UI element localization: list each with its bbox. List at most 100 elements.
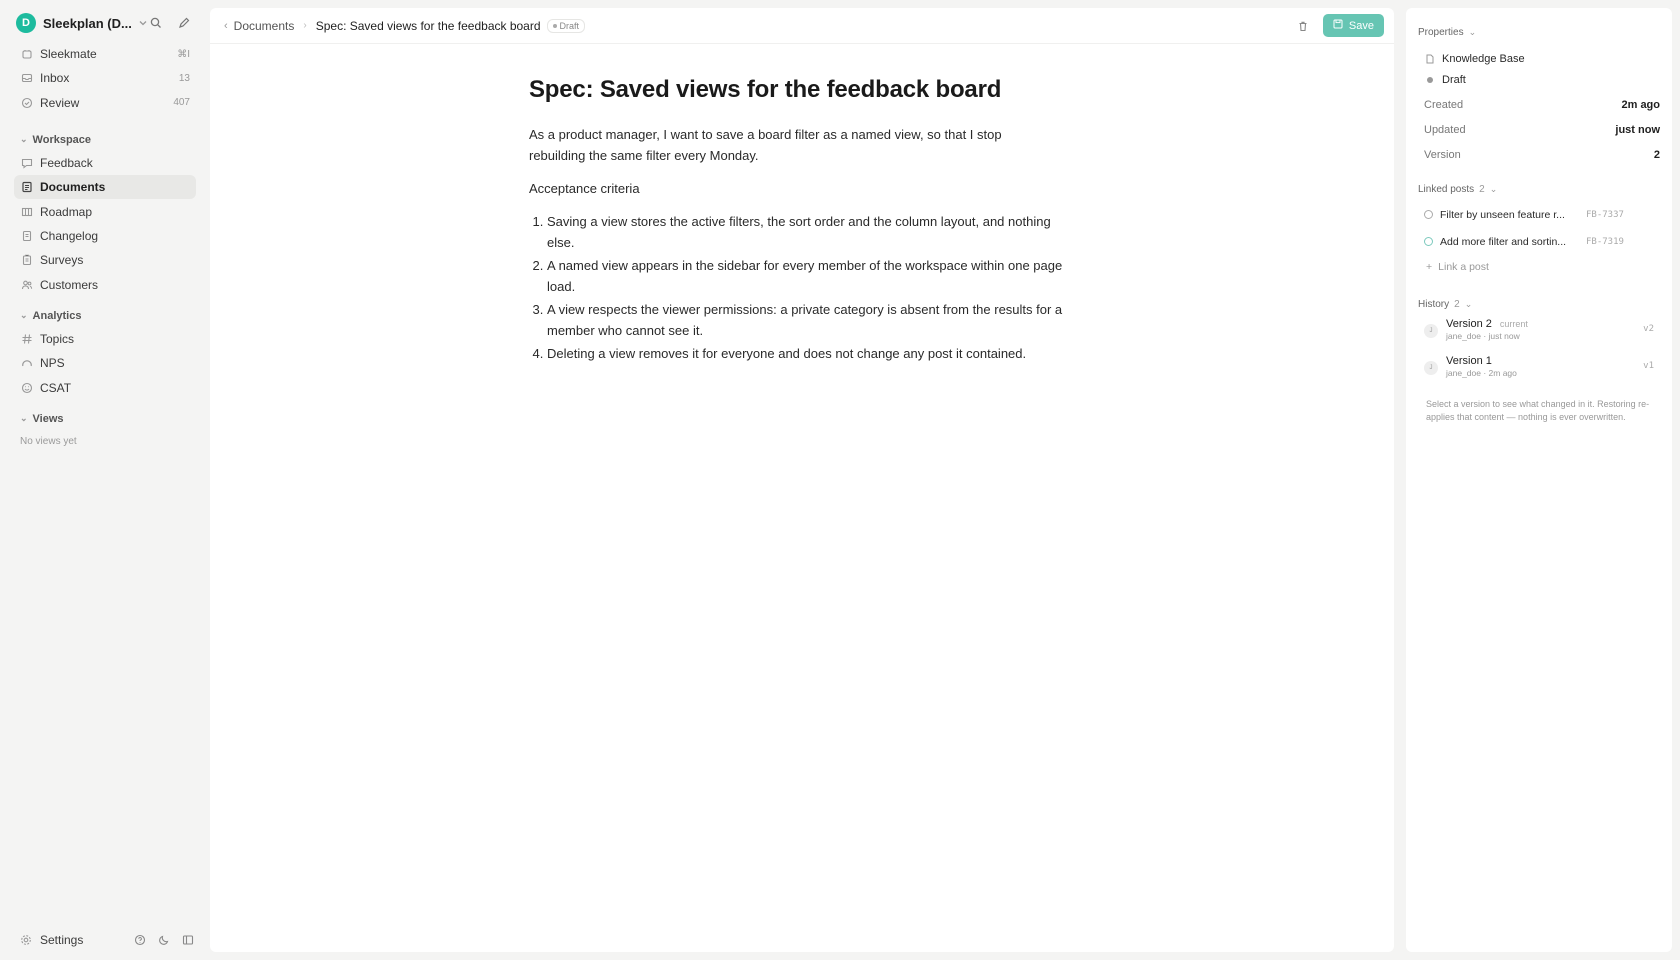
chevron-down-icon: ⌄	[20, 310, 28, 321]
inbox-icon	[20, 71, 34, 85]
sidebar-item-label: Inbox	[40, 71, 70, 86]
version-tag: v2	[1643, 324, 1654, 334]
shortcut-hint: ⌘I	[177, 48, 190, 60]
sidebar-item-customers[interactable]: Customers	[14, 273, 196, 297]
link-post-button[interactable]: + Link a post	[1418, 255, 1660, 279]
sidebar-item-label: Changelog	[40, 228, 99, 243]
linked-posts-title: Linked posts	[1418, 183, 1475, 195]
compose-icon[interactable]	[176, 15, 192, 31]
sidebar-item-label: NPS	[40, 356, 65, 371]
created-label: Created	[1424, 98, 1464, 111]
sidebar-item-label: Roadmap	[40, 204, 93, 219]
workspace-switcher[interactable]: D Sleekplan (D...	[14, 12, 196, 34]
settings-link[interactable]: Settings	[14, 933, 83, 947]
chevron-down-icon: ⌄	[1489, 183, 1498, 194]
sidebar-item-inbox[interactable]: Inbox 13	[14, 66, 196, 90]
history-hint: Select a version to see what changed in …	[1426, 399, 1650, 422]
avatar: J	[1424, 324, 1438, 338]
document-title[interactable]: Spec: Saved views for the feedback board	[529, 76, 1089, 104]
sidebar-item-surveys[interactable]: Surveys	[14, 248, 196, 272]
status-property[interactable]: Draft	[1418, 69, 1660, 90]
version-value: 2	[1653, 148, 1660, 161]
gauge-icon	[20, 356, 34, 370]
section-workspace[interactable]: ⌄ Workspace	[14, 129, 196, 151]
save-button-label: Save	[1348, 19, 1374, 32]
message-icon	[20, 156, 34, 170]
collection-property[interactable]: Knowledge Base	[1418, 48, 1660, 69]
section-title: Analytics	[32, 309, 82, 322]
inbox-count: 13	[178, 72, 190, 84]
version-item[interactable]: J Version 2 current jane_doe · just now v…	[1418, 316, 1660, 353]
status-dot-icon	[1424, 74, 1436, 86]
users-icon	[20, 278, 34, 292]
sidebar: D Sleekplan (D... Sleekmate ⌘I Inbox 13	[0, 0, 208, 960]
sidebar-item-changelog[interactable]: Changelog	[14, 224, 196, 248]
document-editor: ‹ Documents › Spec: Saved views for the …	[210, 8, 1394, 952]
help-icon[interactable]	[132, 932, 148, 948]
sidebar-item-documents[interactable]: Documents	[14, 175, 196, 200]
sidebar-item-review[interactable]: Review 407	[14, 91, 196, 115]
history-count: 2	[1454, 298, 1460, 310]
section-analytics[interactable]: ⌄ Analytics	[14, 305, 196, 327]
sidebar-item-label: Customers	[40, 277, 99, 292]
version-label: Version	[1424, 148, 1461, 161]
created-row: Created 2m ago	[1418, 92, 1660, 117]
workspace-avatar: D	[16, 13, 36, 33]
search-icon[interactable]	[148, 15, 164, 31]
linked-post[interactable]: Filter by unseen feature r... FB-7337	[1418, 201, 1660, 228]
moon-icon[interactable]	[156, 932, 172, 948]
sidebar-item-label: Feedback	[40, 155, 93, 170]
status-circle-icon	[1424, 237, 1433, 246]
criteria-list: Saving a view stores the active filters,…	[529, 211, 1089, 364]
views-empty-note: No views yet	[20, 435, 77, 447]
sidebar-item-nps[interactable]: NPS	[14, 351, 196, 375]
linked-posts-header[interactable]: Linked posts 2 ⌄	[1418, 181, 1660, 197]
link-post-label: Link a post	[1438, 261, 1489, 273]
linked-post-title: Add more filter and sortin...	[1440, 235, 1567, 248]
breadcrumb-parent[interactable]: Documents	[234, 19, 295, 33]
avatar: J	[1424, 361, 1438, 375]
sidebar-item-label: Review	[40, 95, 80, 110]
sidebar-item-label: Documents	[40, 180, 106, 195]
version-item[interactable]: J Version 1 jane_doe · 2m ago v1	[1418, 353, 1660, 390]
topbar: ‹ Documents › Spec: Saved views for the …	[210, 8, 1394, 44]
version-name: Version 2	[1446, 318, 1492, 330]
properties-header[interactable]: Properties ⌄	[1418, 24, 1660, 40]
breadcrumb-current: Spec: Saved views for the feedback board	[315, 18, 541, 33]
sparkle-icon	[20, 47, 34, 61]
version-name: Version 1	[1446, 355, 1492, 367]
chevron-down-icon: ⌄	[20, 134, 28, 145]
changelog-icon	[20, 229, 34, 243]
check-circle-icon	[20, 96, 34, 110]
version-row: Version 2	[1418, 142, 1660, 167]
sidebar-item-label: CSAT	[40, 380, 72, 395]
status-badge-label: Draft	[559, 20, 580, 31]
chevron-left-icon[interactable]: ‹	[224, 20, 228, 32]
document-content[interactable]: Spec: Saved views for the feedback board…	[529, 76, 1089, 366]
save-button[interactable]: Save	[1322, 14, 1384, 37]
status-badge: Draft	[546, 18, 586, 33]
sidebar-item-csat[interactable]: CSAT	[14, 376, 196, 400]
status-dot	[552, 23, 557, 28]
chevron-right-icon: ›	[303, 20, 307, 31]
sidebar-item-sleekmate[interactable]: Sleekmate ⌘I	[14, 42, 196, 66]
current-tag: current	[1499, 319, 1528, 329]
linked-post[interactable]: Add more filter and sortin... FB-7319	[1418, 228, 1660, 255]
chevron-down-icon	[138, 16, 148, 31]
chevron-down-icon: ⌄	[1464, 298, 1473, 309]
section-title: Views	[32, 412, 64, 425]
document-body[interactable]: As a product manager, I want to save a b…	[529, 124, 1089, 364]
map-icon	[20, 205, 34, 219]
updated-value: just now	[1615, 123, 1660, 136]
trash-icon[interactable]	[1295, 18, 1311, 34]
sidebar-item-feedback[interactable]: Feedback	[14, 151, 196, 175]
sidebar-item-topics[interactable]: Topics	[14, 327, 196, 351]
history-title: History	[1418, 298, 1450, 310]
list-item: A named view appears in the sidebar for …	[547, 255, 1067, 297]
sidebar-item-roadmap[interactable]: Roadmap	[14, 200, 196, 224]
linked-posts-count: 2	[1479, 183, 1485, 195]
section-views[interactable]: ⌄ Views	[14, 408, 196, 430]
history-header[interactable]: History 2 ⌄	[1418, 296, 1660, 312]
smile-icon	[20, 381, 34, 395]
sidebar-toggle-icon[interactable]	[180, 932, 196, 948]
